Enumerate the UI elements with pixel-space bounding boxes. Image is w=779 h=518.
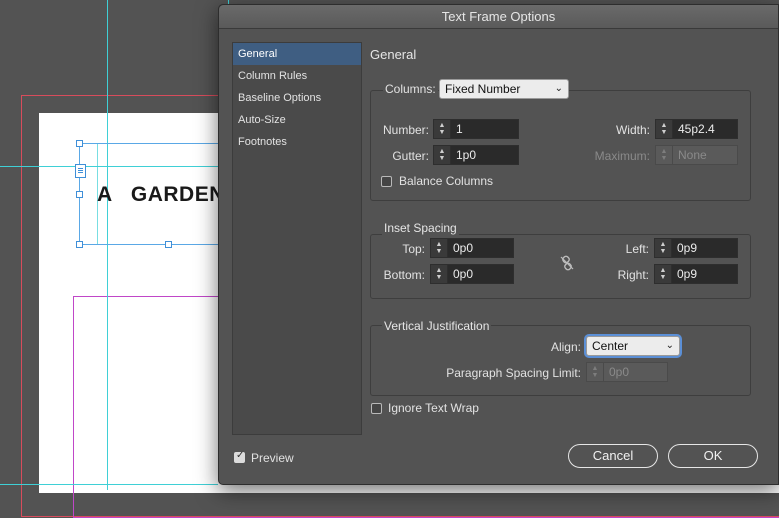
chevron-up-icon: ▲	[659, 267, 667, 274]
inset-left-label: Left:	[625, 242, 649, 256]
chevron-down-icon: ▼	[591, 372, 599, 379]
columns-label: Columns:	[383, 82, 438, 96]
sidebar-item-baseline-options[interactable]: Baseline Options	[233, 87, 361, 109]
inset-bottom-field[interactable]: ▲ ▼ 0p0	[430, 264, 514, 284]
width-stepper[interactable]: ▲ ▼	[656, 120, 673, 138]
gutter-stepper[interactable]: ▲ ▼	[434, 146, 451, 164]
ignore-text-wrap-checkbox[interactable]	[371, 403, 382, 414]
columns-type-select[interactable]: Fixed Number ⌄	[439, 79, 569, 99]
chevron-down-icon: ▼	[438, 155, 446, 162]
vertical-justification-group	[370, 325, 751, 396]
maximum-stepper: ▲ ▼	[656, 146, 673, 164]
chevron-up-icon: ▲	[660, 122, 668, 129]
align-label: Align:	[550, 340, 581, 354]
inset-top-input[interactable]: 0p0	[448, 239, 513, 257]
section-title: General	[370, 47, 417, 62]
frame-handle[interactable]	[76, 191, 83, 198]
chevron-up-icon: ▲	[660, 148, 668, 155]
inset-right-field[interactable]: ▲ ▼ 0p9	[654, 264, 738, 284]
chevron-up-icon: ▲	[591, 365, 599, 372]
ok-button[interactable]: OK	[668, 444, 758, 468]
inset-left-stepper[interactable]: ▲ ▼	[655, 239, 672, 257]
chevron-up-icon: ▲	[435, 241, 443, 248]
chevron-down-icon: ▼	[660, 129, 668, 136]
preview-checkbox[interactable]	[234, 450, 245, 463]
chevron-down-icon: ▼	[435, 274, 443, 281]
paragraph-spacing-stepper: ▲ ▼	[587, 363, 604, 381]
width-field[interactable]: ▲ ▼ 45p2.4	[655, 119, 738, 139]
align-value: Center	[592, 339, 629, 353]
sidebar-item-general[interactable]: General	[233, 43, 361, 65]
chevron-down-icon: ⌄	[665, 340, 674, 351]
inset-right-stepper[interactable]: ▲ ▼	[655, 265, 672, 283]
inset-spacing-label: Inset Spacing	[382, 221, 459, 235]
chevron-down-icon: ▼	[438, 129, 446, 136]
sidebar-item-footnotes[interactable]: Footnotes	[233, 131, 361, 153]
frame-handle[interactable]	[76, 241, 83, 248]
chevron-up-icon: ▲	[438, 148, 446, 155]
align-select[interactable]: Center ⌄	[586, 336, 680, 356]
inset-top-field[interactable]: ▲ ▼ 0p0	[430, 238, 514, 258]
frame-text: A GARDEN	[97, 183, 225, 206]
text-frame-options-dialog: Text Frame Options General Column Rules …	[218, 4, 779, 485]
number-input[interactable]: 1	[451, 120, 518, 138]
inset-bottom-stepper[interactable]: ▲ ▼	[431, 265, 448, 283]
ruler-guide-horizontal[interactable]	[0, 484, 218, 485]
number-label: Number:	[382, 123, 429, 137]
gutter-input[interactable]: 1p0	[451, 146, 518, 164]
balance-columns-label[interactable]: Balance Columns	[399, 174, 493, 188]
sidebar-item-auto-size[interactable]: Auto-Size	[233, 109, 361, 131]
chain-link-icon[interactable]	[559, 255, 575, 271]
preview-label[interactable]: Preview	[251, 451, 294, 465]
chevron-down-icon: ▼	[659, 248, 667, 255]
number-field[interactable]: ▲ ▼ 1	[433, 119, 519, 139]
vertical-justification-label: Vertical Justification	[382, 319, 492, 333]
chevron-up-icon: ▲	[435, 267, 443, 274]
chevron-down-icon: ▼	[659, 274, 667, 281]
number-stepper[interactable]: ▲ ▼	[434, 120, 451, 138]
options-sidebar: General Column Rules Baseline Options Au…	[232, 42, 362, 435]
chevron-up-icon: ▲	[438, 122, 446, 129]
in-port-icon[interactable]	[75, 164, 86, 178]
inset-bottom-input[interactable]: 0p0	[448, 265, 513, 283]
inset-left-input[interactable]: 0p9	[672, 239, 737, 257]
width-input[interactable]: 45p2.4	[673, 120, 737, 138]
cancel-button[interactable]: Cancel	[568, 444, 658, 468]
inset-right-input[interactable]: 0p9	[672, 265, 737, 283]
paragraph-spacing-limit-field: ▲ ▼ 0p0	[586, 362, 668, 382]
width-label: Width:	[615, 123, 650, 137]
inset-bottom-label: Bottom:	[383, 268, 425, 282]
inset-top-stepper[interactable]: ▲ ▼	[431, 239, 448, 257]
frame-handle[interactable]	[76, 140, 83, 147]
gutter-field[interactable]: ▲ ▼ 1p0	[433, 145, 519, 165]
balance-columns-checkbox[interactable]	[381, 176, 392, 187]
dialog-title[interactable]: Text Frame Options	[219, 5, 778, 29]
chevron-up-icon: ▲	[659, 241, 667, 248]
chevron-down-icon: ▼	[435, 248, 443, 255]
maximum-field: ▲ ▼ None	[655, 145, 738, 165]
ignore-text-wrap-label[interactable]: Ignore Text Wrap	[388, 401, 479, 415]
inset-left-field[interactable]: ▲ ▼ 0p9	[654, 238, 738, 258]
inset-top-label: Top:	[402, 242, 425, 256]
ruler-guide-vertical[interactable]	[107, 0, 108, 490]
paragraph-spacing-limit-label: Paragraph Spacing Limit:	[446, 366, 581, 380]
gutter-label: Gutter:	[392, 149, 429, 163]
chevron-down-icon: ⌄	[554, 83, 563, 94]
maximum-label: Maximum:	[594, 149, 650, 163]
sidebar-item-column-rules[interactable]: Column Rules	[233, 65, 361, 87]
inset-right-label: Right:	[617, 268, 649, 282]
paragraph-spacing-limit-input: 0p0	[604, 363, 667, 381]
maximum-input: None	[673, 146, 737, 164]
chevron-down-icon: ▼	[660, 155, 668, 162]
frame-handle[interactable]	[165, 241, 172, 248]
columns-type-value: Fixed Number	[445, 82, 521, 96]
